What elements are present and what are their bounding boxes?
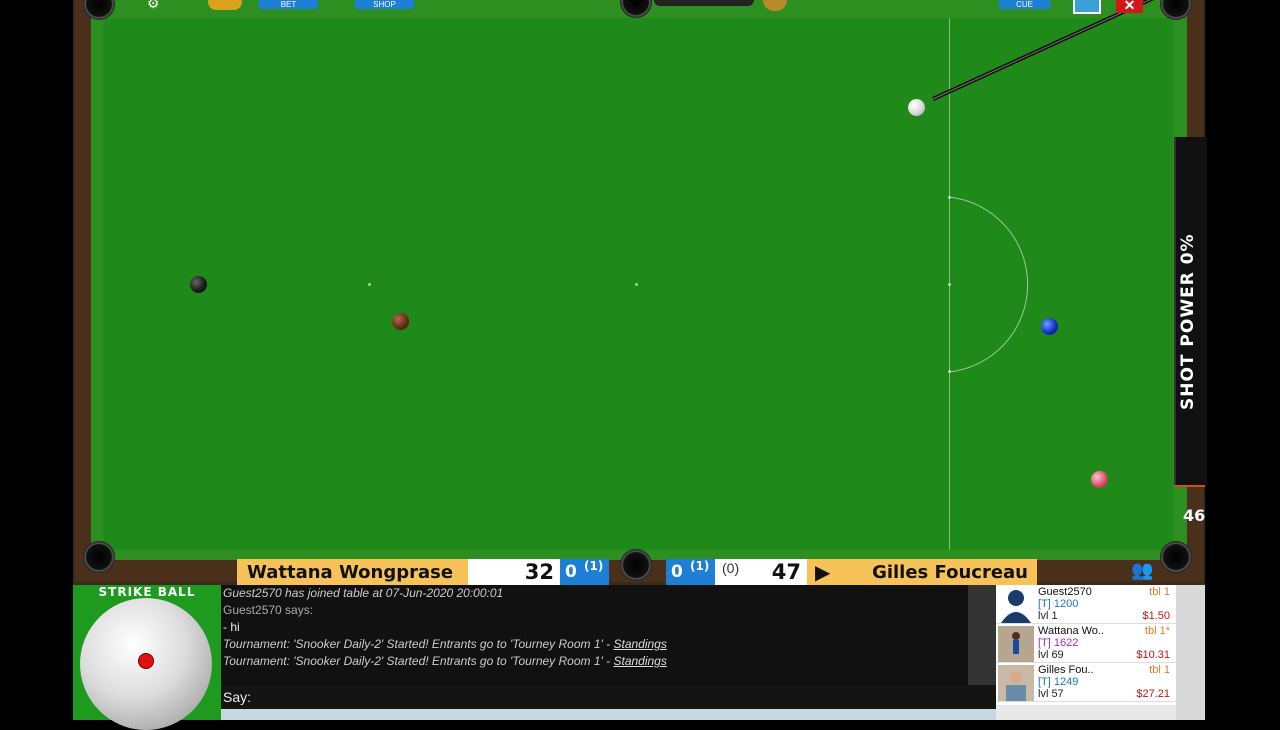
spectators-icon[interactable]: 👥 xyxy=(1131,560,1159,582)
player-rating: [T] 1622 xyxy=(1038,637,1079,649)
player-row[interactable]: Wattana Wo.. [T] 1622 lvl 69 tbl 1* $10.… xyxy=(996,624,1176,663)
shot-power-label: SHOT POWER 0% xyxy=(1178,233,1198,410)
left-frames-box: 0 (1) xyxy=(560,559,609,585)
left-player-panel: Wattana Wongprase xyxy=(237,559,468,585)
cue-ball[interactable] xyxy=(908,99,925,116)
left-frames: 0 xyxy=(565,562,577,582)
close-icon[interactable]: ✕ xyxy=(1116,0,1143,13)
snooker-table xyxy=(73,0,1205,585)
player-table: tbl 1 xyxy=(1149,664,1170,676)
player-row[interactable]: Gilles Fou.. [T] 1249 lvl 57 tbl 1 $27.2… xyxy=(996,663,1176,702)
shot-power-fill xyxy=(1174,485,1205,487)
standings-link[interactable]: Standings xyxy=(613,654,666,668)
pink-ball xyxy=(1091,471,1108,488)
right-score-box: (0) 47 xyxy=(715,559,807,585)
chat-line: Guest2570 has joined table at 07-Jun-202… xyxy=(223,586,504,600)
player-row[interactable]: Guest2570 [T] 1200 lvl 1 tbl 1 $1.50 xyxy=(996,585,1176,624)
say-label: Say: xyxy=(221,685,998,709)
brown-ball xyxy=(392,313,409,330)
turn-indicator-icon: ▶ xyxy=(815,562,831,584)
bet-button[interactable]: BET xyxy=(259,0,318,9)
chat-text: Tournament: 'Snooker Daily-2' Started! E… xyxy=(223,654,614,668)
black-ball xyxy=(190,276,207,293)
player-level: lvl 1 xyxy=(1038,610,1058,622)
player-table: tbl 1* xyxy=(1144,625,1170,637)
yellow-spot-marker xyxy=(948,370,951,373)
chat-line: Tournament: 'Snooker Daily-2' Started! E… xyxy=(221,653,968,670)
d-semicircle xyxy=(948,196,1029,373)
avatar xyxy=(998,626,1034,662)
right-player-name: Gilles Foucreau xyxy=(872,562,1028,583)
right-margin xyxy=(1205,0,1280,720)
player-list: Guest2570 [T] 1200 lvl 1 tbl 1 $1.50 Wat… xyxy=(996,585,1176,705)
strike-ball-panel: STRIKE BALL xyxy=(73,585,221,730)
player-name: Wattana Wo.. xyxy=(1038,625,1105,637)
chat-line: Guest2570 says: xyxy=(223,603,314,617)
pocket-bottom-left xyxy=(83,541,115,573)
chat-log: Guest2570 has joined table at 07-Jun-202… xyxy=(221,585,968,685)
chat-scrollbar[interactable] xyxy=(968,585,996,685)
pocket-bottom-middle xyxy=(620,549,652,581)
right-frames: 0 xyxy=(671,562,683,582)
left-score: 32 xyxy=(524,560,554,584)
player-list-footer xyxy=(996,705,1176,720)
top-center-panel xyxy=(654,0,754,6)
left-score-box: 32 xyxy=(468,559,560,585)
avatar xyxy=(998,587,1034,623)
player-name: Gilles Fou.. xyxy=(1038,664,1094,676)
right-frames-box: 0 (1) xyxy=(666,559,715,585)
standings-link[interactable]: Standings xyxy=(613,637,666,651)
player-table: tbl 1 xyxy=(1149,586,1170,598)
centre-spot-marker xyxy=(635,283,638,286)
player-list-scrollbar[interactable] xyxy=(1176,585,1205,720)
power-value: 46 xyxy=(1183,506,1206,525)
strike-point-marker[interactable] xyxy=(138,653,154,669)
pocket-bottom-right xyxy=(1160,541,1192,573)
chat-line: - hi xyxy=(223,620,240,634)
player-rating: [T] 1200 xyxy=(1038,598,1079,610)
shop-button[interactable]: SHOP xyxy=(355,0,414,9)
player-rating: [T] 1249 xyxy=(1038,676,1079,688)
player-level: lvl 69 xyxy=(1038,649,1064,661)
right-frames-total: (1) xyxy=(690,559,710,573)
right-score: 47 xyxy=(771,560,801,584)
chat-text: Tournament: 'Snooker Daily-2' Started! E… xyxy=(223,637,614,651)
strike-ball-title: STRIKE BALL xyxy=(98,585,196,599)
settings-gear-icon[interactable]: ⚙ xyxy=(147,0,163,10)
left-margin xyxy=(0,0,73,720)
table-markings xyxy=(932,0,1155,373)
avatar xyxy=(998,665,1034,701)
coins-icon[interactable] xyxy=(208,0,242,10)
popout-icon[interactable] xyxy=(1073,0,1101,14)
player-money: $1.50 xyxy=(1142,610,1170,622)
blue-ball xyxy=(1041,318,1058,335)
chat-line: Tournament: 'Snooker Daily-2' Started! E… xyxy=(221,636,968,653)
player-money: $10.31 xyxy=(1136,649,1170,661)
brown-spot-marker xyxy=(948,283,951,286)
cue-highlight xyxy=(932,0,1151,100)
player-name: Guest2570 xyxy=(1038,586,1092,598)
player-money: $27.21 xyxy=(1136,688,1170,700)
pink-spot-marker xyxy=(368,283,371,286)
right-player-panel: ▶ Gilles Foucreau xyxy=(807,559,1037,585)
cue-stick xyxy=(932,0,1155,101)
green-spot-marker xyxy=(948,196,951,199)
left-player-name: Wattana Wongprase xyxy=(247,562,454,583)
right-break: (0) xyxy=(722,560,740,576)
left-frames-total: (1) xyxy=(584,559,604,573)
chat-input[interactable] xyxy=(221,709,996,720)
cue-button[interactable]: CUE xyxy=(999,0,1050,9)
player-level: lvl 57 xyxy=(1038,688,1064,700)
